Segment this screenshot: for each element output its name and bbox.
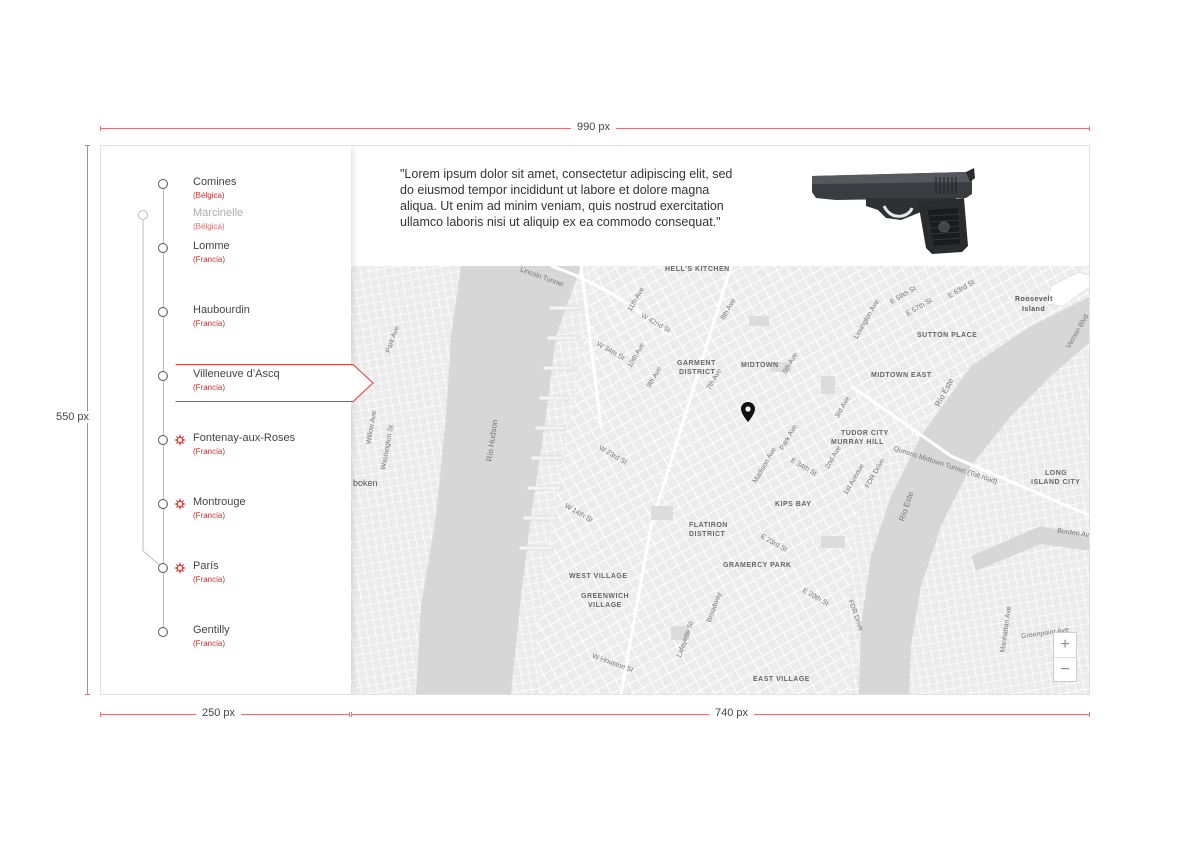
- map-label: Island: [1022, 306, 1046, 313]
- explosion-icon: [174, 498, 186, 510]
- timeline-item-country: (Bélgica): [193, 191, 225, 200]
- dimension-tick: [85, 145, 90, 146]
- zoom-control: + −: [1053, 632, 1077, 682]
- dimension-tick: [1089, 126, 1090, 131]
- timeline-item-name[interactable]: Fontenay-aux-Roses: [193, 432, 295, 444]
- location-pin-icon[interactable]: [741, 402, 755, 422]
- map-label: GARMENT: [677, 360, 716, 367]
- timeline-node[interactable]: [158, 499, 168, 509]
- dimension-tick: [100, 126, 101, 131]
- dimension-tick: [100, 712, 101, 717]
- timeline-item-name[interactable]: Gentilly: [193, 624, 230, 636]
- timeline-item-country: (Francia): [193, 319, 226, 328]
- map-label: Roosevelt: [1015, 296, 1053, 303]
- timeline-node[interactable]: [158, 627, 168, 637]
- timeline-item-name[interactable]: Lomme: [193, 240, 230, 252]
- timeline-item-name[interactable]: Villeneuve d’Ascq: [193, 368, 280, 380]
- timeline-item-country: (Francia): [193, 575, 226, 584]
- map-label: MIDTOWN: [741, 362, 779, 369]
- timeline-node[interactable]: [158, 243, 168, 253]
- timeline-item-name[interactable]: Haubourdin: [193, 304, 250, 316]
- dimension-label-total-width: 990 px: [571, 121, 617, 133]
- timeline-branch: [142, 220, 164, 569]
- timeline-item-country: (Francia): [193, 447, 226, 456]
- zoom-in-button[interactable]: +: [1054, 633, 1076, 657]
- map-label: FLATIRON: [689, 522, 728, 529]
- dimension-tick: [85, 694, 90, 695]
- map-label: DISTRICT: [689, 531, 726, 538]
- map-label: boken: [353, 478, 378, 488]
- dimension-label-main-width: 740 px: [709, 707, 755, 719]
- map-label: SUTTON PLACE: [917, 332, 978, 339]
- explosion-icon: [174, 434, 186, 446]
- map-label: WEST VILLAGE: [569, 573, 628, 580]
- quote-panel: "Lorem ipsum dolor sit amet, consectetur…: [351, 146, 1089, 266]
- map-label: EAST VILLAGE: [753, 676, 810, 683]
- timeline-item-country: (Francia): [193, 255, 226, 264]
- map-label: GRAMERCY PARK: [723, 562, 792, 569]
- timeline-item-country: (Francia): [193, 511, 226, 520]
- map-label: LONG: [1045, 470, 1068, 477]
- map-label: VILLAGE: [588, 602, 622, 609]
- timeline-item-country: (Francia): [193, 383, 226, 392]
- dimension-label-sidebar-width: 250 px: [196, 707, 242, 719]
- quote-text: "Lorem ipsum dolor sit amet, consectetur…: [400, 167, 733, 229]
- timeline-node[interactable]: [158, 371, 168, 381]
- timeline-item-country: (Francia): [193, 639, 226, 648]
- map-label: MIDTOWN EAST: [871, 372, 932, 379]
- map-label: GREENWICH: [581, 593, 630, 600]
- dimension-tick: [349, 712, 350, 717]
- timeline-node[interactable]: [138, 210, 148, 220]
- dimension-tick: [1089, 712, 1090, 717]
- timeline-item-name[interactable]: Comines: [193, 176, 236, 188]
- timeline-item-name[interactable]: Montrouge: [193, 496, 246, 508]
- map-view[interactable]: HELL'S KITCHEN GARMENT DISTRICT MIDTOWN …: [351, 266, 1089, 694]
- pistol-image: [812, 168, 975, 254]
- map-label: MURRAY HILL: [831, 439, 884, 446]
- timeline-node[interactable]: [158, 307, 168, 317]
- dimension-tick: [351, 712, 352, 717]
- dimension-label-height: 550 px: [50, 411, 96, 423]
- timeline-node[interactable]: [158, 563, 168, 573]
- map-label: ISLAND CITY: [1031, 479, 1081, 486]
- timeline-item-name[interactable]: Marcinelle: [193, 207, 243, 219]
- timeline-sidebar: Comines (Bélgica) Marcinelle (Bélgica) Lomme…: [101, 146, 374, 694]
- zoom-out-button[interactable]: −: [1054, 657, 1076, 682]
- map-label: DISTRICT: [679, 369, 716, 376]
- map-label: KIPS BAY: [775, 501, 812, 508]
- timeline-item-country: (Bélgica): [193, 222, 225, 231]
- map-label: HELL'S KITCHEN: [665, 266, 730, 273]
- timeline-node[interactable]: [158, 435, 168, 445]
- timeline-item-name[interactable]: París: [193, 560, 219, 572]
- explosion-icon: [174, 562, 186, 574]
- timeline-node[interactable]: [158, 179, 168, 189]
- map-label: TUDOR CITY: [841, 430, 889, 437]
- app-frame: Comines (Bélgica) Marcinelle (Bélgica) Lomme…: [100, 145, 1090, 695]
